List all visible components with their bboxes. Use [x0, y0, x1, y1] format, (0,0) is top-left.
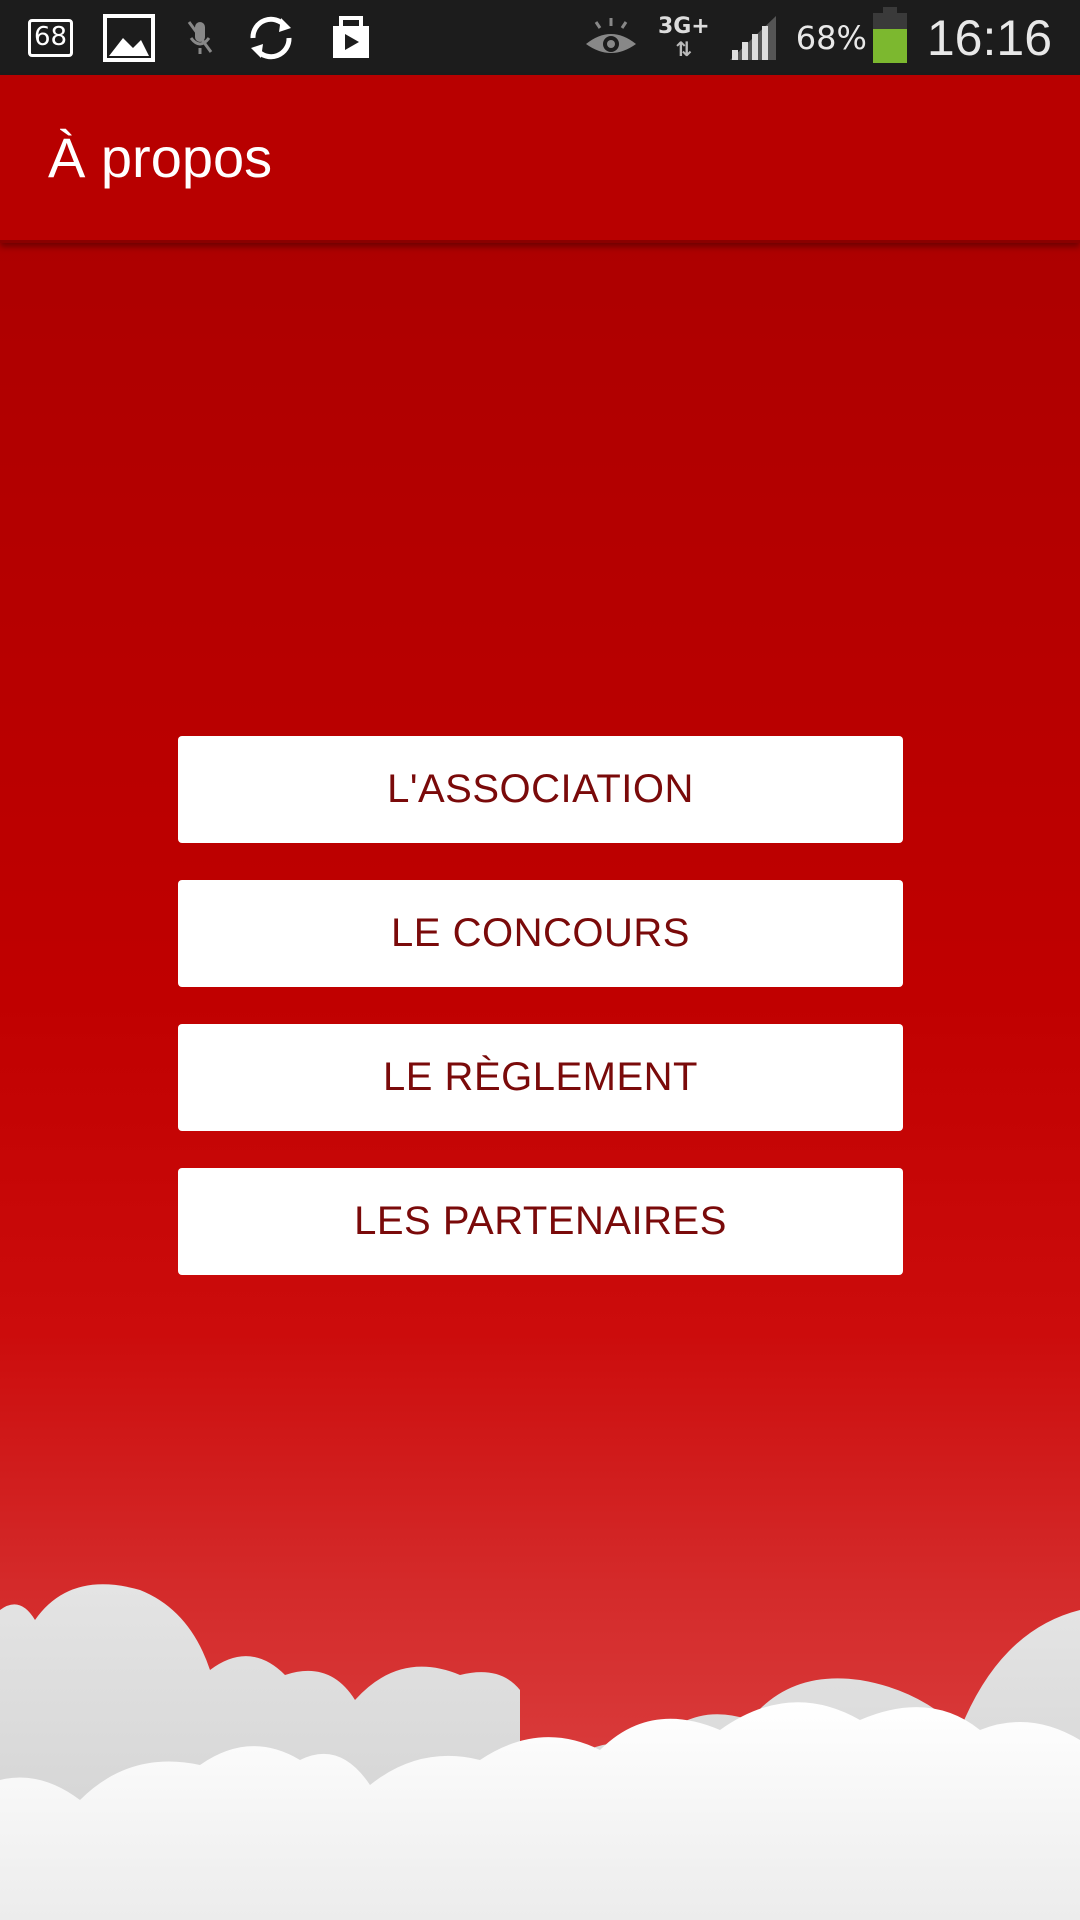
rules-button[interactable]: LE RÈGLEMENT [178, 1024, 903, 1131]
app-bar: À propos [0, 75, 1080, 243]
notification-badge-count: 68 [28, 18, 74, 57]
clock: 16:16 [926, 9, 1052, 66]
notification-badge-icon: 68 [28, 18, 74, 57]
battery-fill [872, 28, 907, 63]
signal-icon [728, 14, 778, 62]
image-icon [103, 13, 156, 62]
mic-off-icon [185, 18, 215, 58]
battery-cap [882, 6, 897, 13]
contest-button[interactable]: LE CONCOURS [178, 880, 903, 987]
eye-icon [582, 16, 640, 60]
page-title: À propos [48, 126, 273, 189]
status-bar-left: 68 [28, 0, 405, 75]
status-bar: 68 3G+ ⇅ 68% 16:16 [0, 0, 1080, 75]
network-type: 3G+ [657, 13, 710, 39]
sync-icon [245, 12, 297, 64]
partners-button[interactable]: LES PARTENAIRES [178, 1168, 903, 1275]
status-bar-right: 3G+ ⇅ 68% 16:16 [564, 0, 1052, 75]
shopping-bag-icon [327, 14, 375, 62]
about-menu: L'ASSOCIATION LE CONCOURS LE RÈGLEMENT L… [178, 736, 903, 1312]
network-indicator: 3G+ ⇅ [657, 13, 710, 61]
battery-icon [872, 6, 907, 63]
content-area: L'ASSOCIATION LE CONCOURS LE RÈGLEMENT L… [0, 243, 1080, 1920]
battery-percent: 68% [795, 18, 867, 57]
clouds-illustration [0, 1584, 1080, 1920]
association-button[interactable]: L'ASSOCIATION [178, 736, 903, 843]
data-arrows-icon: ⇅ [675, 36, 693, 61]
